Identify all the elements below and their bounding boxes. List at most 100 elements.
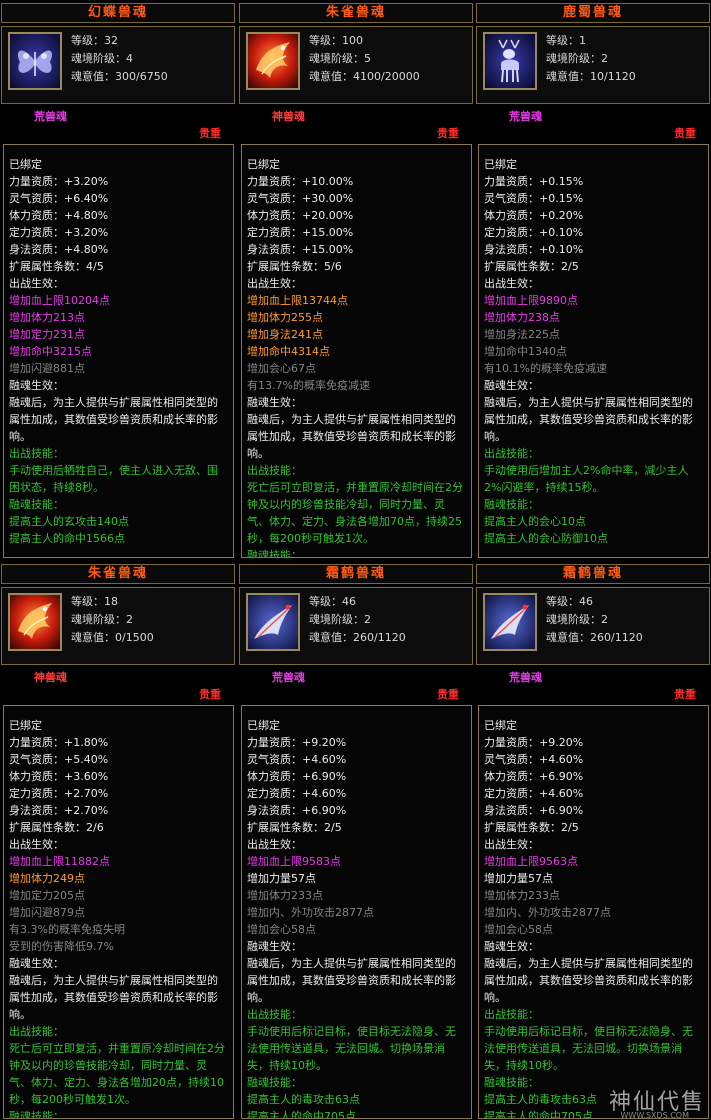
meta-value: 1 — [579, 34, 586, 47]
detail-line: 已绑定 — [9, 158, 42, 171]
card-detail-panel: 已绑定 力量资质：+3.20% 灵气资质：+6.40% 体力资质：+4.80% 定力资质… — [3, 144, 234, 558]
beast-soul-card: 鹿蜀兽魂 等级：1 魂境阶级：2 魂意值：10/1120 荒兽魂 贵重 已绑定 力量资质：+0… — [476, 0, 710, 558]
meta-label: 魂境阶级： — [309, 613, 364, 626]
detail-line: 死亡后可立即复活，并重置原冷却时间在2分钟及以内的珍兽技能冷却，同时力量、灵气、… — [9, 1042, 225, 1106]
detail-line: 增加力量57点 — [484, 872, 553, 885]
meta-label: 魂意值： — [546, 631, 590, 644]
detail-line: 增加会心67点 — [247, 362, 316, 375]
meta-value: 300/6750 — [115, 70, 168, 83]
detail-line: 增加血上限10204点 — [9, 294, 110, 307]
detail-line: 融魂后，为主人提供与扩展属性相同类型的属性加成，其数值受珍兽资质和成长率的影响。 — [484, 396, 693, 443]
meta-value: 5 — [364, 52, 371, 65]
soul-type-label: 荒兽魂 — [34, 110, 67, 123]
precious-badge: 贵重 — [437, 688, 459, 701]
detail-line: 灵气资质：+6.40% — [9, 192, 109, 205]
meta-label: 魂境阶级： — [71, 52, 126, 65]
detail-line: 出战生效： — [247, 277, 302, 290]
card-detail-panel: 已绑定 力量资质：+9.20% 灵气资质：+4.60% 体力资质：+6.90% 定力资质… — [478, 705, 709, 1119]
detail-line: 增加会心58点 — [247, 923, 316, 936]
detail-line: 增加身法241点 — [247, 328, 323, 341]
meta-value: 4100/20000 — [353, 70, 420, 83]
detail-line: 增加血上限11882点 — [9, 855, 110, 868]
beast-soul-card: 朱雀兽魂 等级：100 魂境阶级：5 魂意值：4100/20000 神兽魂 贵重 已绑定 力量… — [239, 0, 473, 558]
card-summary-box: 等级：46 魂境阶级：2 魂意值：260/1120 — [476, 587, 710, 665]
meta-label: 魂境阶级： — [546, 52, 601, 65]
meta-row-level: 等级：1 — [546, 32, 636, 50]
detail-line: 手动使用后标记目标，使目标无法隐身、无法使用传送道具，无法回城。切换场景消失，持… — [247, 1025, 456, 1072]
detail-line: 体力资质：+6.90% — [247, 770, 347, 783]
precious-badge: 贵重 — [674, 127, 696, 140]
detail-line: 增加会心58点 — [484, 923, 553, 936]
detail-line: 提高主人的玄攻击140点 — [9, 515, 129, 528]
card-summary-box: 等级：32 魂境阶级：4 魂意值：300/6750 — [1, 26, 235, 104]
detail-line: 定力资质：+3.20% — [9, 226, 109, 239]
meta-label: 魂意值： — [71, 631, 115, 644]
meta-value: 46 — [342, 595, 356, 608]
meta-row-will: 魂意值：4100/20000 — [309, 68, 420, 86]
meta-row-stage: 魂境阶级：2 — [71, 611, 154, 629]
detail-line: 融魂生效： — [247, 396, 302, 409]
detail-line: 出战生效： — [9, 838, 64, 851]
vermilion-bird-icon[interactable] — [8, 593, 62, 651]
frost-crane-icon[interactable] — [483, 593, 537, 651]
detail-line: 增加体力233点 — [247, 889, 323, 902]
card-meta: 等级：18 魂境阶级：2 魂意值：0/1500 — [71, 593, 154, 647]
beast-soul-card: 霜鹤兽魂 等级：46 魂境阶级：2 魂意值：260/1120 荒兽魂 贵重 已绑定 力量资质：… — [476, 561, 710, 1119]
meta-label: 等级： — [71, 34, 104, 47]
detail-line: 出战生效： — [247, 838, 302, 851]
meta-value: 0/1500 — [115, 631, 154, 644]
detail-line: 融魂生效： — [9, 379, 64, 392]
meta-row-will: 魂意值：260/1120 — [546, 629, 643, 647]
detail-line: 力量资质：+1.80% — [9, 736, 109, 749]
detail-line: 增加定力231点 — [9, 328, 85, 341]
soul-type-label: 神兽魂 — [272, 110, 305, 123]
watermark-url: WWW.SXDS.COM — [620, 1111, 689, 1120]
detail-line: 扩展属性条数：2/5 — [484, 821, 579, 834]
card-title: 鹿蜀兽魂 — [476, 3, 710, 23]
detail-line: 身法资质：+6.90% — [247, 804, 347, 817]
detail-line: 出战生效： — [484, 277, 539, 290]
card-title: 朱雀兽魂 — [1, 564, 235, 584]
detail-line: 增加体力233点 — [484, 889, 560, 902]
phantom-butterfly-icon[interactable] — [8, 32, 62, 90]
detail-line: 融魂技能： — [484, 498, 539, 511]
card-title: 幻蝶兽魂 — [1, 3, 235, 23]
detail-line: 有3.3%的概率免疫失明 — [9, 923, 125, 936]
detail-line: 身法资质：+15.00% — [247, 243, 354, 256]
detail-line: 灵气资质：+4.60% — [484, 753, 584, 766]
meta-row-will: 魂意值：10/1120 — [546, 68, 636, 86]
card-title: 霜鹤兽魂 — [239, 564, 473, 584]
detail-line: 增加体力249点 — [9, 872, 85, 885]
detail-line: 已绑定 — [247, 719, 280, 732]
detail-line: 增加血上限9890点 — [484, 294, 578, 307]
detail-line: 融魂后，为主人提供与扩展属性相同类型的属性加成，其数值受珍兽资质和成长率的影响。 — [9, 974, 218, 1021]
meta-value: 2 — [126, 613, 133, 626]
vermilion-bird-icon[interactable] — [246, 32, 300, 90]
deer-spirit-icon[interactable] — [483, 32, 537, 90]
detail-line: 扩展属性条数：2/5 — [484, 260, 579, 273]
meta-label: 等级： — [71, 595, 104, 608]
detail-line: 灵气资质：+0.15% — [484, 192, 584, 205]
detail-line: 手动使用后牺牲自己，使主人进入无敌、围困状态，持续8秒。 — [9, 464, 218, 494]
detail-line: 融魂技能： — [247, 1076, 302, 1089]
meta-row-will: 魂意值：0/1500 — [71, 629, 154, 647]
detail-line: 定力资质：+2.70% — [9, 787, 109, 800]
meta-label: 魂境阶级： — [546, 613, 601, 626]
card-detail-panel: 已绑定 力量资质：+10.00% 灵气资质：+30.00% 体力资质：+20.00% 定… — [241, 144, 472, 558]
meta-row-stage: 魂境阶级：5 — [309, 50, 420, 68]
detail-line: 力量资质：+9.20% — [484, 736, 584, 749]
detail-line: 融魂后，为主人提供与扩展属性相同类型的属性加成，其数值受珍兽资质和成长率的影响。 — [247, 413, 456, 460]
detail-line: 增加身法225点 — [484, 328, 560, 341]
frost-crane-icon[interactable] — [246, 593, 300, 651]
detail-line: 已绑定 — [484, 719, 517, 732]
detail-line: 已绑定 — [9, 719, 42, 732]
soul-type-label: 神兽魂 — [34, 671, 67, 684]
detail-line: 增加血上限13744点 — [247, 294, 348, 307]
detail-line: 提高主人的会心防御10点 — [484, 532, 608, 545]
detail-line: 出战生效： — [9, 277, 64, 290]
detail-line: 身法资质：+4.80% — [9, 243, 109, 256]
detail-line: 已绑定 — [247, 158, 280, 171]
card-title: 朱雀兽魂 — [239, 3, 473, 23]
detail-line: 提高主人的会心10点 — [484, 515, 586, 528]
card-summary-box: 等级：1 魂境阶级：2 魂意值：10/1120 — [476, 26, 710, 104]
